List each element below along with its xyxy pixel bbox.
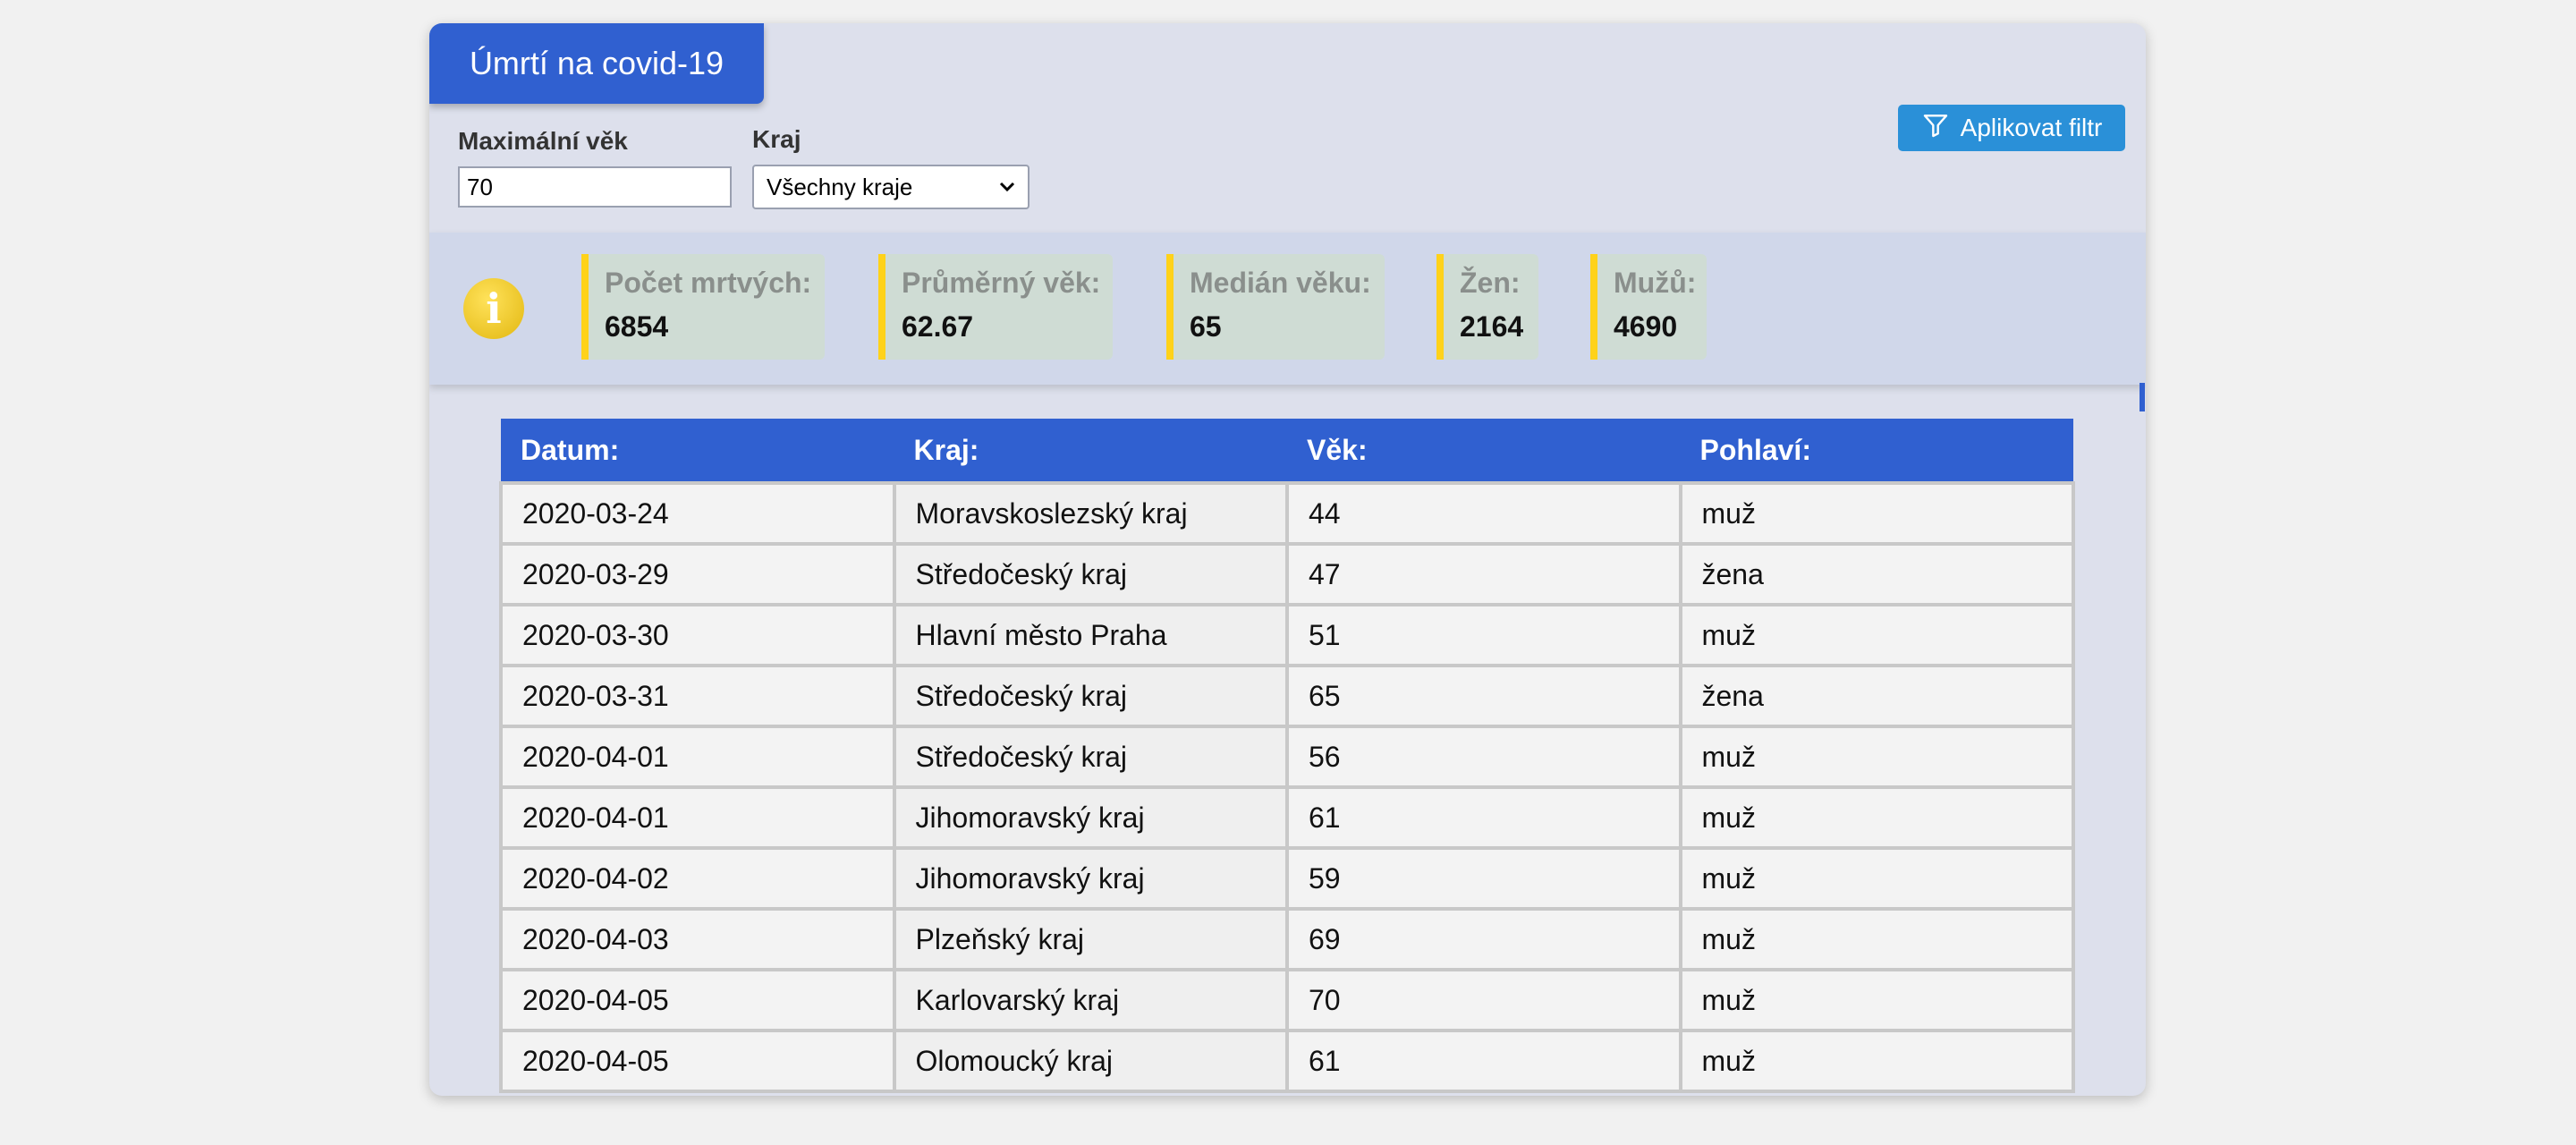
cell-region: Středočeský kraj	[892, 664, 1289, 728]
chevron-down-icon	[999, 177, 1015, 198]
cell-date: 2020-04-01	[499, 725, 896, 789]
column-header-age[interactable]: Věk:	[1287, 419, 1681, 483]
cell-sex: muž	[1678, 603, 2075, 667]
cell-date: 2020-03-29	[499, 542, 896, 606]
stat-deaths: Počet mrtvých: 6854	[581, 254, 825, 360]
cell-region: Středočeský kraj	[892, 725, 1289, 789]
deaths-table: Datum: Kraj: Věk: Pohlaví: 2020-03-24 Mo…	[499, 419, 2075, 1093]
stat-deaths-label: Počet mrtvých:	[605, 267, 812, 299]
info-icon: i	[463, 278, 524, 339]
cell-age: 47	[1285, 542, 1682, 606]
cell-age: 70	[1285, 968, 1682, 1032]
table-row: 2020-04-01 Středočeský kraj 56 muž	[499, 725, 2075, 789]
stats-band: i Počet mrtvých: 6854 Průměrný věk: 62.6…	[429, 233, 2146, 385]
cell-region: Plzeňský kraj	[892, 907, 1289, 971]
table-row: 2020-03-29 Středočeský kraj 47 žena	[499, 542, 2075, 606]
cell-date: 2020-04-03	[499, 907, 896, 971]
stat-women-value: 2164	[1460, 310, 1524, 343]
main-card: Úmrtí na covid-19 Maximální věk Kraj Vše…	[429, 23, 2146, 1096]
cell-age: 44	[1285, 481, 1682, 546]
cell-date: 2020-04-02	[499, 846, 896, 911]
table-row: 2020-03-30 Hlavní město Praha 51 muž	[499, 603, 2075, 667]
cell-region: Hlavní město Praha	[892, 603, 1289, 667]
region-select-value: Všechny kraje	[767, 173, 913, 200]
scrollbar-thumb[interactable]	[2140, 383, 2145, 411]
region-select[interactable]: Všechny kraje	[752, 165, 1030, 209]
page-title: Úmrtí na covid-19	[429, 23, 764, 104]
cell-region: Jihomoravský kraj	[892, 785, 1289, 850]
cell-date: 2020-04-01	[499, 785, 896, 850]
stat-deaths-value: 6854	[605, 310, 669, 343]
cell-region: Moravskoslezský kraj	[892, 481, 1289, 546]
stat-average-age: Průměrný věk: 62.67	[878, 254, 1113, 360]
stat-men-label: Mužů:	[1614, 267, 1697, 299]
stat-median-age-label: Medián věku:	[1190, 267, 1371, 299]
column-header-date[interactable]: Datum:	[501, 419, 894, 483]
table-row: 2020-04-03 Plzeňský kraj 69 muž	[499, 907, 2075, 971]
cell-sex: muž	[1678, 968, 2075, 1032]
table-row: 2020-04-02 Jihomoravský kraj 59 muž	[499, 846, 2075, 911]
table-header-row: Datum: Kraj: Věk: Pohlaví:	[501, 419, 2073, 483]
column-header-sex[interactable]: Pohlaví:	[1680, 419, 2073, 483]
cell-sex: žena	[1678, 664, 2075, 728]
stat-men-value: 4690	[1614, 310, 1678, 343]
cell-sex: žena	[1678, 542, 2075, 606]
max-age-input[interactable]	[458, 166, 732, 208]
cell-region: Středočeský kraj	[892, 542, 1289, 606]
cell-age: 69	[1285, 907, 1682, 971]
cell-age: 61	[1285, 1029, 1682, 1093]
table-row: 2020-04-01 Jihomoravský kraj 61 muž	[499, 785, 2075, 850]
cell-region: Jihomoravský kraj	[892, 846, 1289, 911]
stat-men: Mužů: 4690	[1590, 254, 1707, 360]
cell-sex: muž	[1678, 846, 2075, 911]
filter-icon	[1921, 111, 1950, 146]
cell-sex: muž	[1678, 907, 2075, 971]
table-row: 2020-04-05 Karlovarský kraj 70 muž	[499, 968, 2075, 1032]
cell-date: 2020-03-31	[499, 664, 896, 728]
apply-filter-label: Aplikovat filtr	[1960, 114, 2103, 141]
cell-date: 2020-04-05	[499, 968, 896, 1032]
stat-women: Žen: 2164	[1436, 254, 1538, 360]
column-header-region[interactable]: Kraj:	[894, 419, 1287, 483]
cell-sex: muž	[1678, 481, 2075, 546]
cell-age: 65	[1285, 664, 1682, 728]
cell-sex: muž	[1678, 1029, 2075, 1093]
stat-average-age-label: Průměrný věk:	[902, 267, 1101, 299]
cell-region: Karlovarský kraj	[892, 968, 1289, 1032]
cell-sex: muž	[1678, 785, 2075, 850]
stat-average-age-value: 62.67	[902, 310, 974, 343]
cell-age: 61	[1285, 785, 1682, 850]
cell-region: Olomoucký kraj	[892, 1029, 1289, 1093]
cell-date: 2020-03-30	[499, 603, 896, 667]
max-age-label: Maximální věk	[458, 127, 628, 155]
apply-filter-button[interactable]: Aplikovat filtr	[1898, 105, 2125, 151]
table-row: 2020-03-24 Moravskoslezský kraj 44 muž	[499, 481, 2075, 546]
stat-median-age: Medián věku: 65	[1166, 254, 1385, 360]
cell-age: 56	[1285, 725, 1682, 789]
stat-women-label: Žen:	[1460, 267, 1521, 299]
region-label: Kraj	[752, 125, 801, 153]
table-row: 2020-03-31 Středočeský kraj 65 žena	[499, 664, 2075, 728]
cell-age: 59	[1285, 846, 1682, 911]
cell-date: 2020-03-24	[499, 481, 896, 546]
cell-sex: muž	[1678, 725, 2075, 789]
stat-median-age-value: 65	[1190, 310, 1222, 343]
cell-age: 51	[1285, 603, 1682, 667]
cell-date: 2020-04-05	[499, 1029, 896, 1093]
table-row: 2020-04-05 Olomoucký kraj 61 muž	[499, 1029, 2075, 1093]
